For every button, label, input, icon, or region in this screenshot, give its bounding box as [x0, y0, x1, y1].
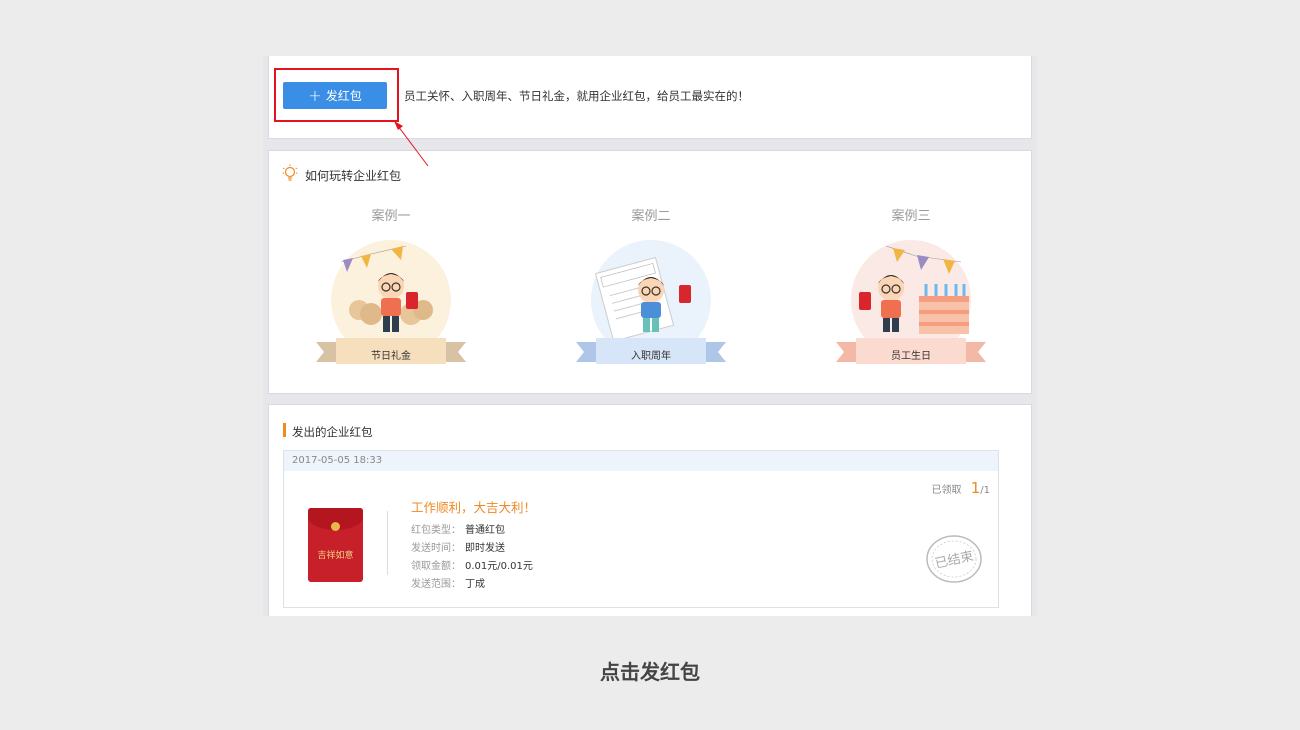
claimed-status: 已领取 1/1 — [932, 479, 990, 497]
claimed-total: /1 — [980, 485, 990, 496]
detail-send-time: 发送时间： 即时发送 — [411, 543, 505, 554]
claimed-label: 已领取 — [931, 485, 962, 496]
case-title: 案例三 — [891, 209, 931, 224]
sent-title: 发出的企业红包 — [292, 425, 373, 439]
case-title: 案例一 — [371, 209, 411, 224]
slogan-text: 员工关怀、入职周年、节日礼金，就用企业红包，给员工最实在的！ — [404, 89, 749, 103]
red-packet-name: 工作顺利，大吉大利！ — [411, 500, 537, 515]
case-label: 节日礼金 — [371, 350, 411, 362]
app-screenshot: + 发红包 员工关怀、入职周年、节日礼金，就用企业红包，给员工最实在的！ 如何玩… — [263, 56, 1037, 616]
red-packet-record[interactable]: 2017-05-05 18:33 已领取 1/1 吉祥如意 工作顺利，大吉大利！… — [283, 450, 999, 608]
case-label: 员工生日 — [891, 350, 931, 362]
case-birthday[interactable]: 案例三 员工生日 — [836, 205, 986, 370]
divider — [387, 511, 388, 575]
stamp-text: 已结束 — [934, 549, 975, 572]
caption-text: 点击发红包 — [600, 660, 700, 684]
lightbulb-icon — [282, 164, 298, 181]
arrow-icon — [394, 121, 429, 167]
anniversary-illustration: 入职周年 — [576, 240, 726, 370]
case-anniversary[interactable]: 案例二 入职周年 — [576, 205, 726, 370]
envelope-text: 吉祥如意 — [317, 551, 354, 561]
case-title: 案例二 — [631, 209, 671, 224]
detail-type: 红包类型： 普通红包 — [411, 525, 505, 536]
highlight-box — [274, 68, 399, 122]
claimed-count: 1 — [970, 479, 981, 497]
sent-card: 发出的企业红包 2017-05-05 18:33 已领取 1/1 吉祥如意 工作… — [268, 404, 1032, 616]
title-accent-bar — [283, 423, 286, 437]
detail-scope: 发送范围： 丁成 — [411, 579, 485, 590]
case-label: 入职周年 — [631, 350, 671, 362]
ended-stamp: 已结束 — [926, 535, 982, 583]
case-holiday[interactable]: 案例一 节日礼金 — [316, 205, 466, 370]
birthday-illustration: 员工生日 — [836, 240, 986, 370]
record-datetime: 2017-05-05 18:33 — [284, 451, 998, 471]
detail-amount: 领取金额： 0.01元/0.01元 — [411, 561, 533, 572]
red-envelope-image: 吉祥如意 — [308, 508, 363, 582]
holiday-illustration: 节日礼金 — [316, 240, 466, 370]
how-to-title: 如何玩转企业红包 — [305, 169, 402, 183]
how-to-card: 如何玩转企业红包 案例一 节日礼金 案例二 入职周年 案例三 员工生日 — [268, 150, 1032, 394]
